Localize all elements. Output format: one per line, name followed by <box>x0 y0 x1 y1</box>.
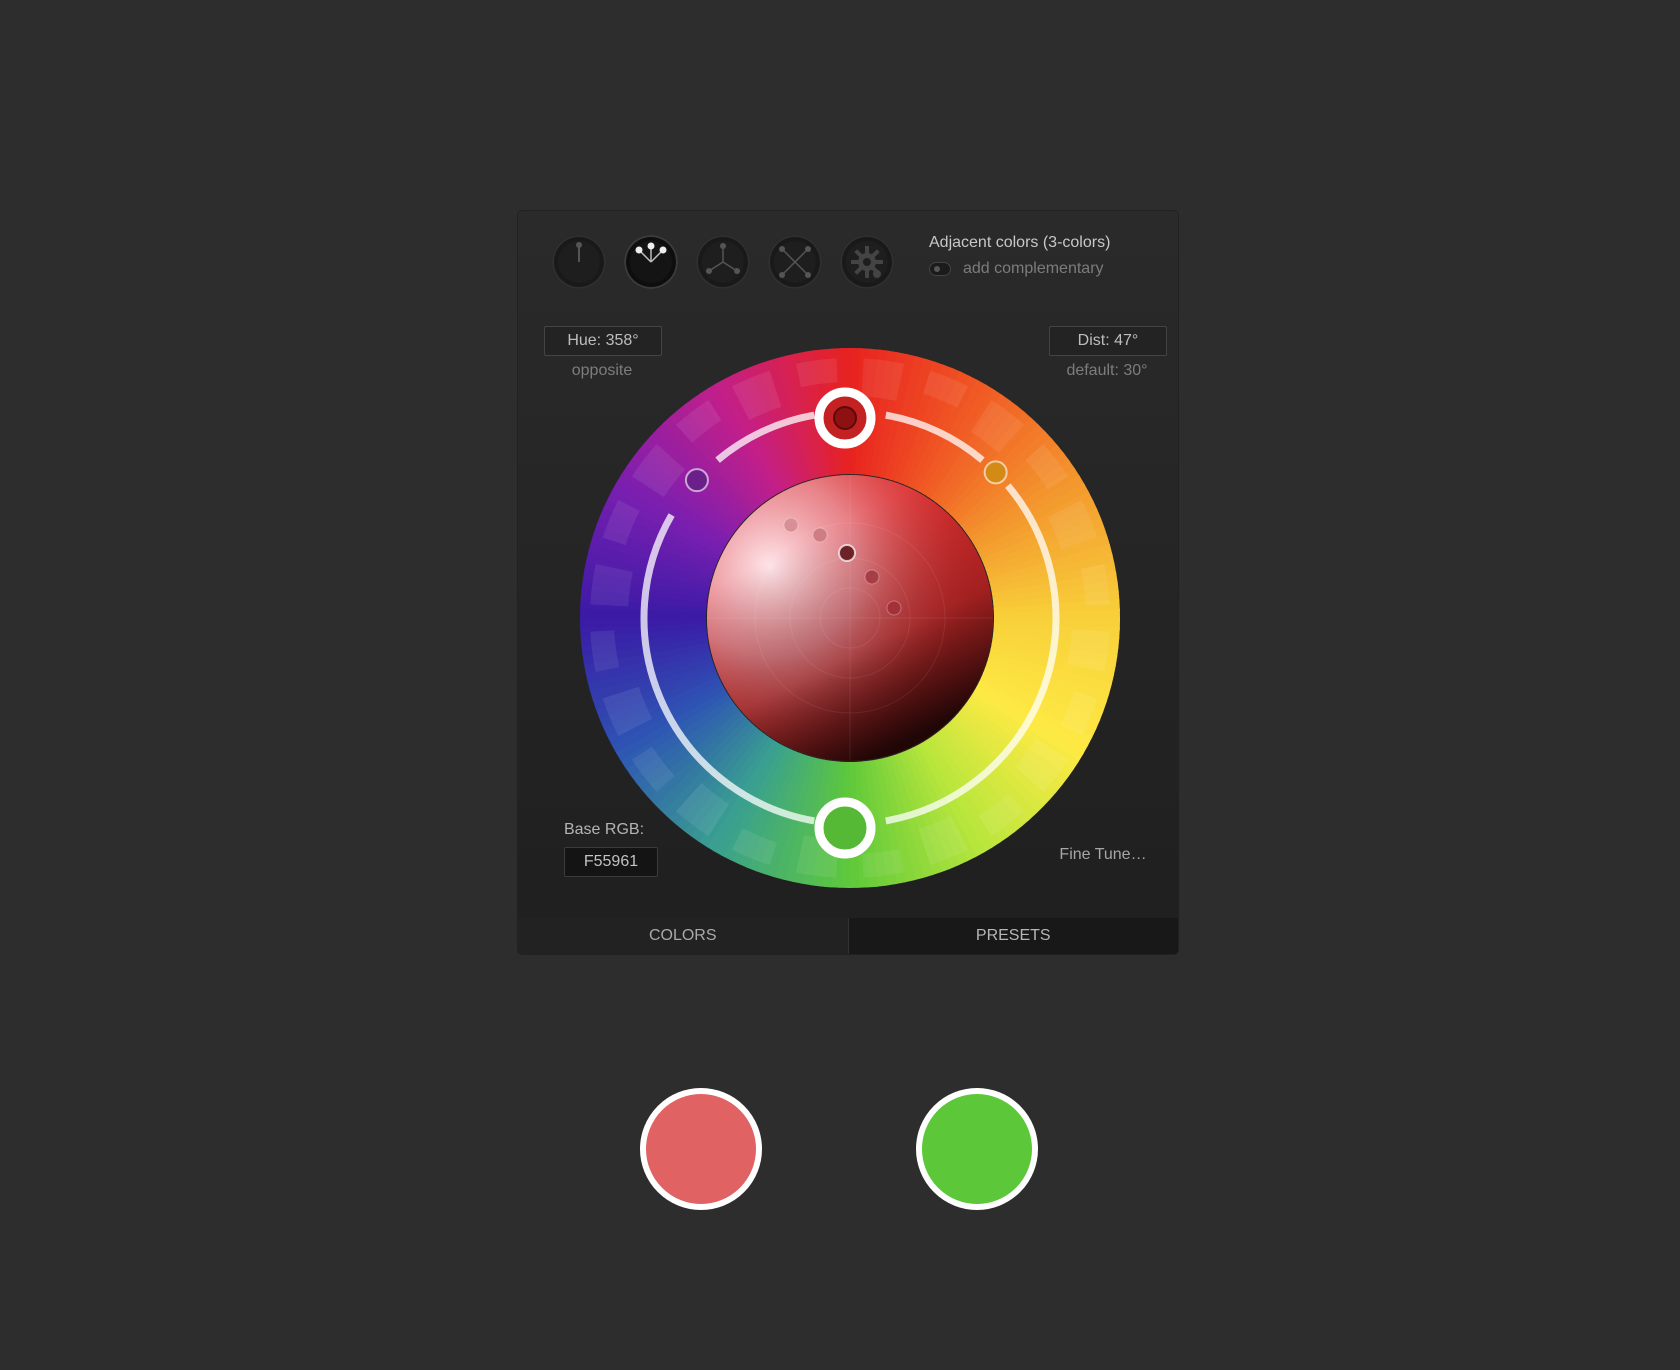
base-hue-handle-center <box>833 406 857 430</box>
tab-colors[interactable]: COLORS <box>518 918 848 954</box>
adjacent-handle-left[interactable] <box>684 468 709 493</box>
primary-color-swatch[interactable] <box>640 1088 762 1210</box>
complement-color-swatch[interactable] <box>916 1088 1038 1210</box>
hue-value-field[interactable]: Hue: 358° <box>544 326 662 356</box>
tab-presets[interactable]: PRESETS <box>847 918 1178 954</box>
base-rgb-input[interactable]: F55961 <box>564 847 658 877</box>
complement-handle[interactable] <box>814 797 876 859</box>
shade-dot[interactable] <box>864 569 880 585</box>
shade-dot[interactable] <box>886 600 902 616</box>
adjacent-handle-right[interactable] <box>983 460 1008 485</box>
base-rgb-label: Base RGB: <box>563 821 645 838</box>
shade-dot[interactable] <box>783 517 799 533</box>
fine-tune-button[interactable]: Fine Tune… <box>1038 846 1168 864</box>
color-scheme-panel: Adjacent colors (3-colors) add complemen… <box>518 211 1178 954</box>
hue-sublabel: opposite <box>571 362 633 379</box>
bottom-tab-bar: COLORS PRESETS <box>518 918 1178 954</box>
selected-shade-dot[interactable] <box>838 544 856 562</box>
distance-value-field[interactable]: Dist: 47° <box>1049 326 1167 356</box>
distance-sublabel: default: 30° <box>1066 362 1148 379</box>
color-wheel[interactable] <box>518 211 1178 918</box>
shade-dot[interactable] <box>812 527 828 543</box>
